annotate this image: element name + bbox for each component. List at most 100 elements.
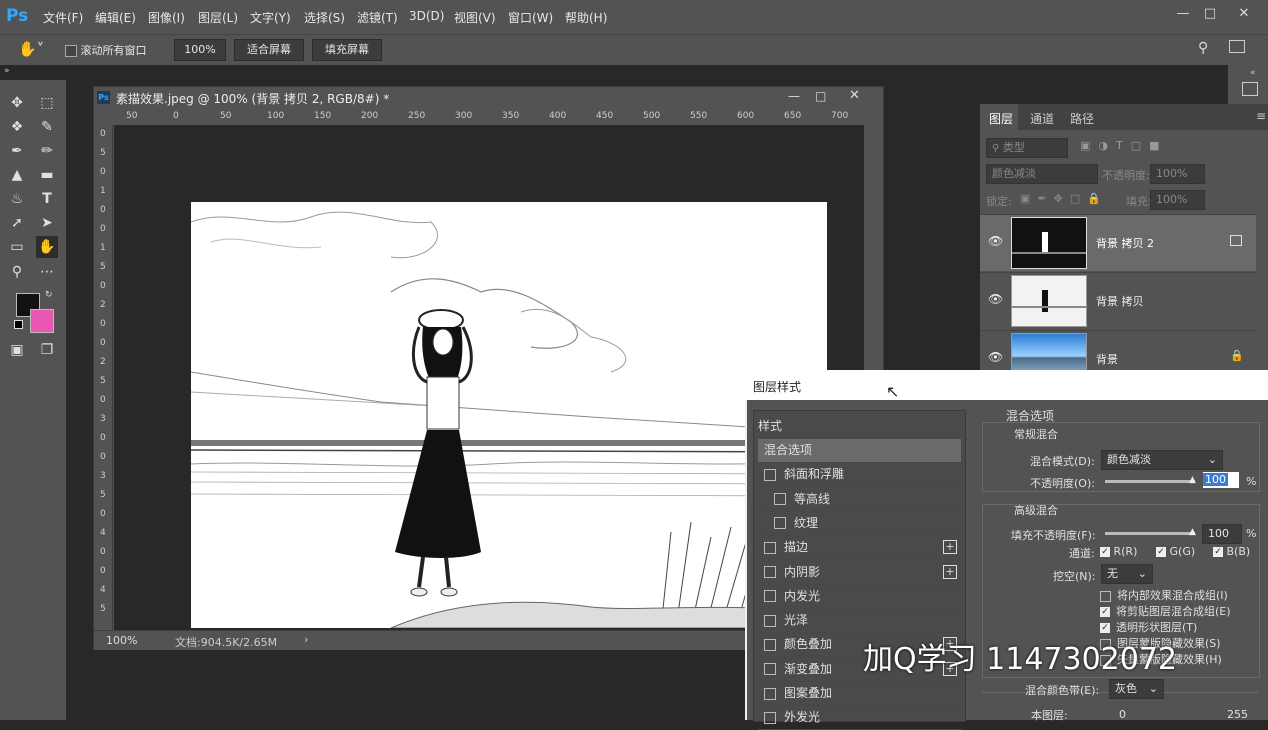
panel-dock-icon[interactable] bbox=[1242, 82, 1258, 96]
style-checkbox[interactable] bbox=[774, 493, 786, 506]
style-item[interactable]: 图案叠加 bbox=[758, 682, 961, 706]
document-info[interactable]: 文档:904.5K/2.65M bbox=[175, 634, 277, 650]
opacity-input[interactable]: 100 bbox=[1203, 472, 1239, 488]
opacity-slider-handle[interactable]: ▲ bbox=[1189, 475, 1196, 485]
panel-menu-icon[interactable]: ≡ bbox=[1256, 109, 1266, 123]
blend-if-select[interactable]: 灰色 ⌄ bbox=[1109, 679, 1164, 699]
doc-close-icon[interactable]: ✕ bbox=[849, 88, 860, 103]
stamp-tool-icon[interactable]: ▲ bbox=[6, 164, 28, 186]
menu-item[interactable]: 滤镜(T) bbox=[357, 9, 398, 26]
style-item[interactable]: 描边 + bbox=[758, 536, 961, 561]
style-checkbox[interactable] bbox=[764, 541, 776, 554]
pen-tool-icon[interactable]: ➚ bbox=[6, 212, 28, 234]
menu-item[interactable]: 帮助(H) bbox=[565, 9, 607, 26]
channel-r[interactable]: ✓ R(R) bbox=[1100, 545, 1137, 558]
advanced-option-checkbox[interactable]: ✓ bbox=[1100, 607, 1110, 617]
advanced-option-checkbox[interactable]: ✓ bbox=[1100, 623, 1110, 633]
scroll-all-checkbox[interactable] bbox=[65, 45, 77, 57]
sketch-artwork[interactable] bbox=[191, 202, 827, 628]
menu-item[interactable]: 文字(Y) bbox=[250, 9, 291, 26]
document-title-bar[interactable]: Ps 素描效果.jpeg @ 100% (背景 拷贝 2, RGB/8#) * … bbox=[94, 87, 883, 109]
layer-filter-select[interactable]: ⚲ 类型 bbox=[986, 138, 1068, 158]
style-item[interactable]: 内发光 bbox=[758, 585, 961, 609]
rectangle-tool-icon[interactable]: ▭ bbox=[6, 236, 28, 258]
style-checkbox[interactable] bbox=[774, 517, 786, 530]
opacity-slider[interactable] bbox=[1105, 480, 1195, 483]
dialog-title-bar[interactable]: 图层样式 bbox=[745, 370, 1268, 400]
hand-tool-icon[interactable]: ✋ bbox=[36, 236, 58, 258]
move-tool-icon[interactable]: ✥ bbox=[6, 92, 28, 114]
advanced-option[interactable]: ✓ 将剪贴图层混合成组(E) bbox=[1100, 603, 1231, 619]
zoom-level-button[interactable]: 100% bbox=[174, 39, 226, 61]
default-colors-icon[interactable] bbox=[14, 320, 23, 329]
visibility-eye-icon[interactable]: 👁 bbox=[988, 234, 1003, 248]
screen-mode-icon[interactable]: ❐ bbox=[36, 339, 58, 361]
search-icon[interactable]: ⚲ bbox=[1198, 40, 1208, 56]
style-item[interactable]: 斜面和浮雕 bbox=[758, 463, 961, 488]
paint-bucket-icon[interactable]: ♨ bbox=[6, 188, 28, 210]
style-checkbox[interactable] bbox=[764, 590, 776, 603]
menu-item[interactable]: 3D(D) bbox=[409, 9, 444, 23]
layer-blend-mode-select[interactable]: 颜色减淡 bbox=[986, 164, 1098, 184]
add-effect-icon[interactable]: + bbox=[943, 540, 957, 555]
fill-opacity-input[interactable]: 100 bbox=[1202, 524, 1242, 544]
marquee-tool-icon[interactable]: ⬚ bbox=[36, 92, 58, 114]
quick-select-icon[interactable]: ✎ bbox=[36, 116, 58, 138]
style-checkbox[interactable] bbox=[764, 638, 776, 651]
style-item[interactable]: 内阴影 + bbox=[758, 561, 961, 585]
layer-row[interactable]: 👁 背景 拷贝 bbox=[980, 272, 1256, 329]
style-item[interactable]: 纹理 bbox=[758, 512, 961, 536]
style-checkbox[interactable] bbox=[764, 566, 776, 578]
eraser-tool-icon[interactable]: ▬ bbox=[36, 164, 58, 186]
type-tool-icon[interactable]: T bbox=[36, 188, 58, 210]
advanced-option-checkbox[interactable] bbox=[1100, 590, 1111, 602]
zoom-tool-icon[interactable]: ⚲ bbox=[6, 261, 28, 283]
style-checkbox[interactable] bbox=[764, 468, 776, 481]
doc-maximize-icon[interactable]: □ bbox=[815, 89, 826, 103]
fill-screen-button[interactable]: 填充屏幕 bbox=[312, 39, 382, 61]
visibility-eye-icon[interactable]: 👁 bbox=[988, 350, 1003, 364]
add-effect-icon[interactable]: + bbox=[943, 564, 957, 579]
channel-b[interactable]: ✓ B(B) bbox=[1213, 545, 1250, 558]
knockout-select[interactable]: 无 ⌄ bbox=[1101, 564, 1153, 584]
lasso-tool-icon[interactable]: ❖ bbox=[6, 116, 28, 138]
close-icon[interactable]: ✕ bbox=[1233, 6, 1255, 22]
tab-layers[interactable]: 图层 bbox=[989, 110, 1013, 127]
style-checkbox[interactable] bbox=[764, 614, 776, 627]
eyedropper-tool-icon[interactable]: ✒ bbox=[6, 140, 28, 162]
style-item[interactable]: 光泽 bbox=[758, 609, 961, 634]
workspace-icon[interactable] bbox=[1229, 40, 1245, 53]
style-item[interactable]: 等高线 bbox=[758, 488, 961, 512]
advanced-option[interactable]: 将内部效果混合成组(I) bbox=[1100, 587, 1228, 603]
menu-item[interactable]: 图层(L) bbox=[198, 9, 238, 26]
fill-opacity-slider[interactable] bbox=[1105, 532, 1195, 535]
background-color-swatch[interactable] bbox=[30, 309, 54, 333]
style-checkbox[interactable] bbox=[764, 711, 776, 724]
menu-item[interactable]: 图像(I) bbox=[148, 9, 185, 26]
menu-item[interactable]: 编辑(E) bbox=[95, 9, 136, 26]
layer-filter-icons[interactable]: ▣◑T□■ bbox=[1080, 139, 1168, 152]
channel-g[interactable]: ✓ G(G) bbox=[1156, 545, 1195, 558]
scroll-all-windows-option[interactable]: 滚动所有窗口 bbox=[65, 42, 147, 58]
tab-paths[interactable]: 路径 bbox=[1070, 110, 1094, 127]
expand-tools-icon[interactable]: » bbox=[4, 66, 10, 76]
layer-style-icon[interactable] bbox=[1230, 235, 1242, 246]
blend-mode-select[interactable]: 颜色减淡 ⌄ bbox=[1101, 450, 1223, 470]
brush-tool-icon[interactable]: ✏ bbox=[36, 140, 58, 162]
visibility-eye-icon[interactable]: 👁 bbox=[988, 292, 1003, 306]
more-tools-icon[interactable]: ⋯ bbox=[36, 261, 58, 283]
style-checkbox[interactable] bbox=[764, 687, 776, 700]
path-select-icon[interactable]: ➤ bbox=[36, 212, 58, 234]
advanced-option[interactable]: ✓ 透明形状图层(T) bbox=[1100, 619, 1197, 635]
zoom-readout[interactable]: 100% bbox=[106, 634, 137, 647]
menu-item[interactable]: 文件(F) bbox=[43, 9, 83, 26]
layer-row[interactable]: 👁 背景 拷贝 2 bbox=[980, 214, 1256, 271]
menu-item[interactable]: 选择(S) bbox=[304, 9, 345, 26]
quick-mask-icon[interactable]: ▣ bbox=[6, 339, 28, 361]
doc-minimize-icon[interactable]: — bbox=[788, 89, 800, 103]
collapse-panels-icon[interactable]: « bbox=[1250, 68, 1256, 78]
style-checkbox[interactable] bbox=[764, 663, 776, 676]
style-item[interactable]: 外发光 bbox=[758, 706, 961, 730]
swap-colors-icon[interactable]: ↻ bbox=[45, 290, 53, 300]
maximize-icon[interactable]: □ bbox=[1199, 6, 1221, 22]
